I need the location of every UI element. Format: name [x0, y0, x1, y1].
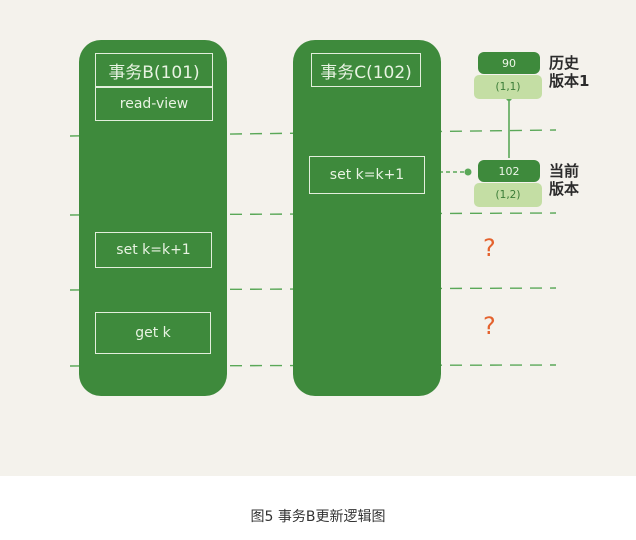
transaction-c-set-step: set k=k+1 [309, 156, 425, 194]
unknown-value-mark-2: ? [483, 312, 496, 340]
transaction-c-title: 事务C(102) [311, 53, 421, 87]
update-arrow-head [464, 168, 472, 176]
transaction-c-panel [293, 40, 441, 396]
current-version-label: 当前 版本 [549, 162, 579, 198]
diagram-figure: 事务B(101) read-view set k=k+1 get k 事务C(1… [0, 0, 636, 476]
transaction-b-set-step: set k=k+1 [95, 232, 212, 268]
current-version-value: 102 [478, 160, 540, 182]
current-version-trx: (1,2) [474, 183, 542, 207]
figure-caption: 图5 事务B更新逻辑图 [250, 509, 386, 525]
unknown-value-mark-1: ? [483, 234, 496, 262]
transaction-b-title: 事务B(101) [95, 53, 213, 87]
current-label-line2: 版本 [549, 180, 580, 198]
history-version-value: 90 [478, 52, 540, 74]
transaction-b-read-view: read-view [95, 87, 213, 121]
history-version-label: 历史 版本1 [549, 54, 589, 90]
history-label-line2: 版本1 [549, 72, 590, 90]
history-version-trx: (1,1) [474, 75, 542, 99]
history-label-line1: 历史 [549, 54, 580, 72]
transaction-b-get-step: get k [95, 312, 211, 354]
current-label-line1: 当前 [549, 162, 580, 180]
